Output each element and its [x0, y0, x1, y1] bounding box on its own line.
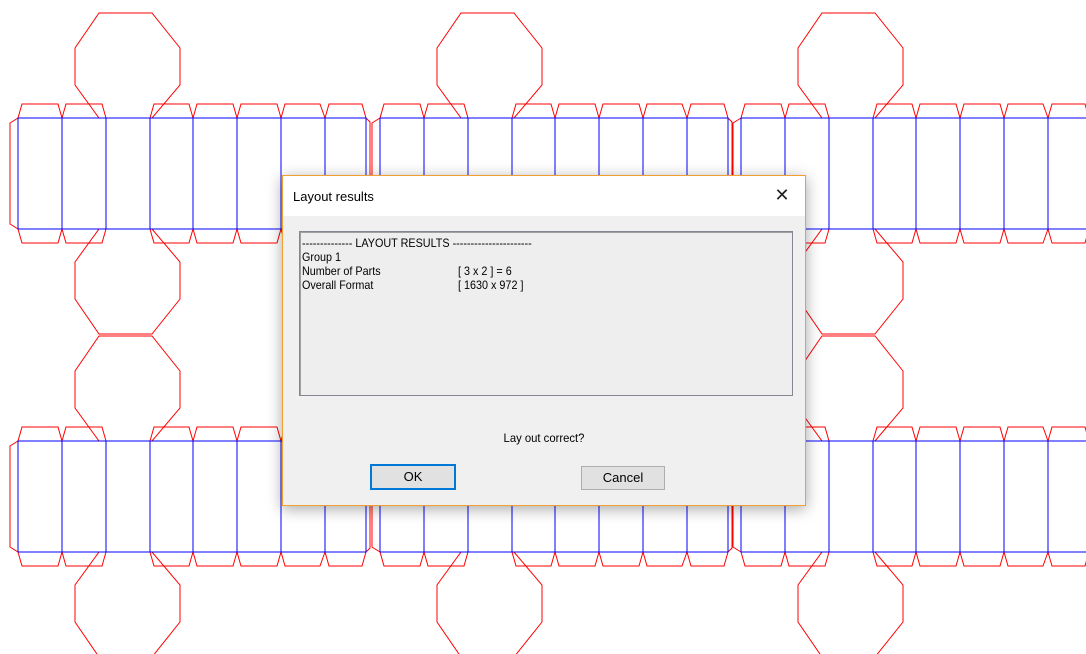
results-row-label: Number of Parts — [302, 264, 381, 278]
results-group: Group 1 — [302, 250, 342, 264]
dialog-title: Layout results — [293, 189, 374, 204]
dialog-titlebar[interactable]: Layout results ✕ — [283, 176, 805, 216]
results-row-value: [ 1630 x 972 ] — [458, 278, 524, 292]
layout-results-dialog: Layout results ✕ -------------- LAYOUT R… — [282, 175, 806, 506]
results-row-value: [ 3 x 2 ] = 6 — [458, 264, 512, 278]
confirm-question: Lay out correct? — [503, 431, 585, 445]
cancel-button[interactable]: Cancel — [581, 466, 665, 490]
close-icon[interactable]: ✕ — [759, 176, 805, 216]
ok-button[interactable]: OK — [370, 464, 456, 490]
results-header: -------------- LAYOUT RESULTS ----------… — [302, 236, 532, 250]
results-text-box[interactable]: -------------- LAYOUT RESULTS ----------… — [299, 231, 793, 396]
results-row-label: Overall Format — [302, 278, 374, 292]
